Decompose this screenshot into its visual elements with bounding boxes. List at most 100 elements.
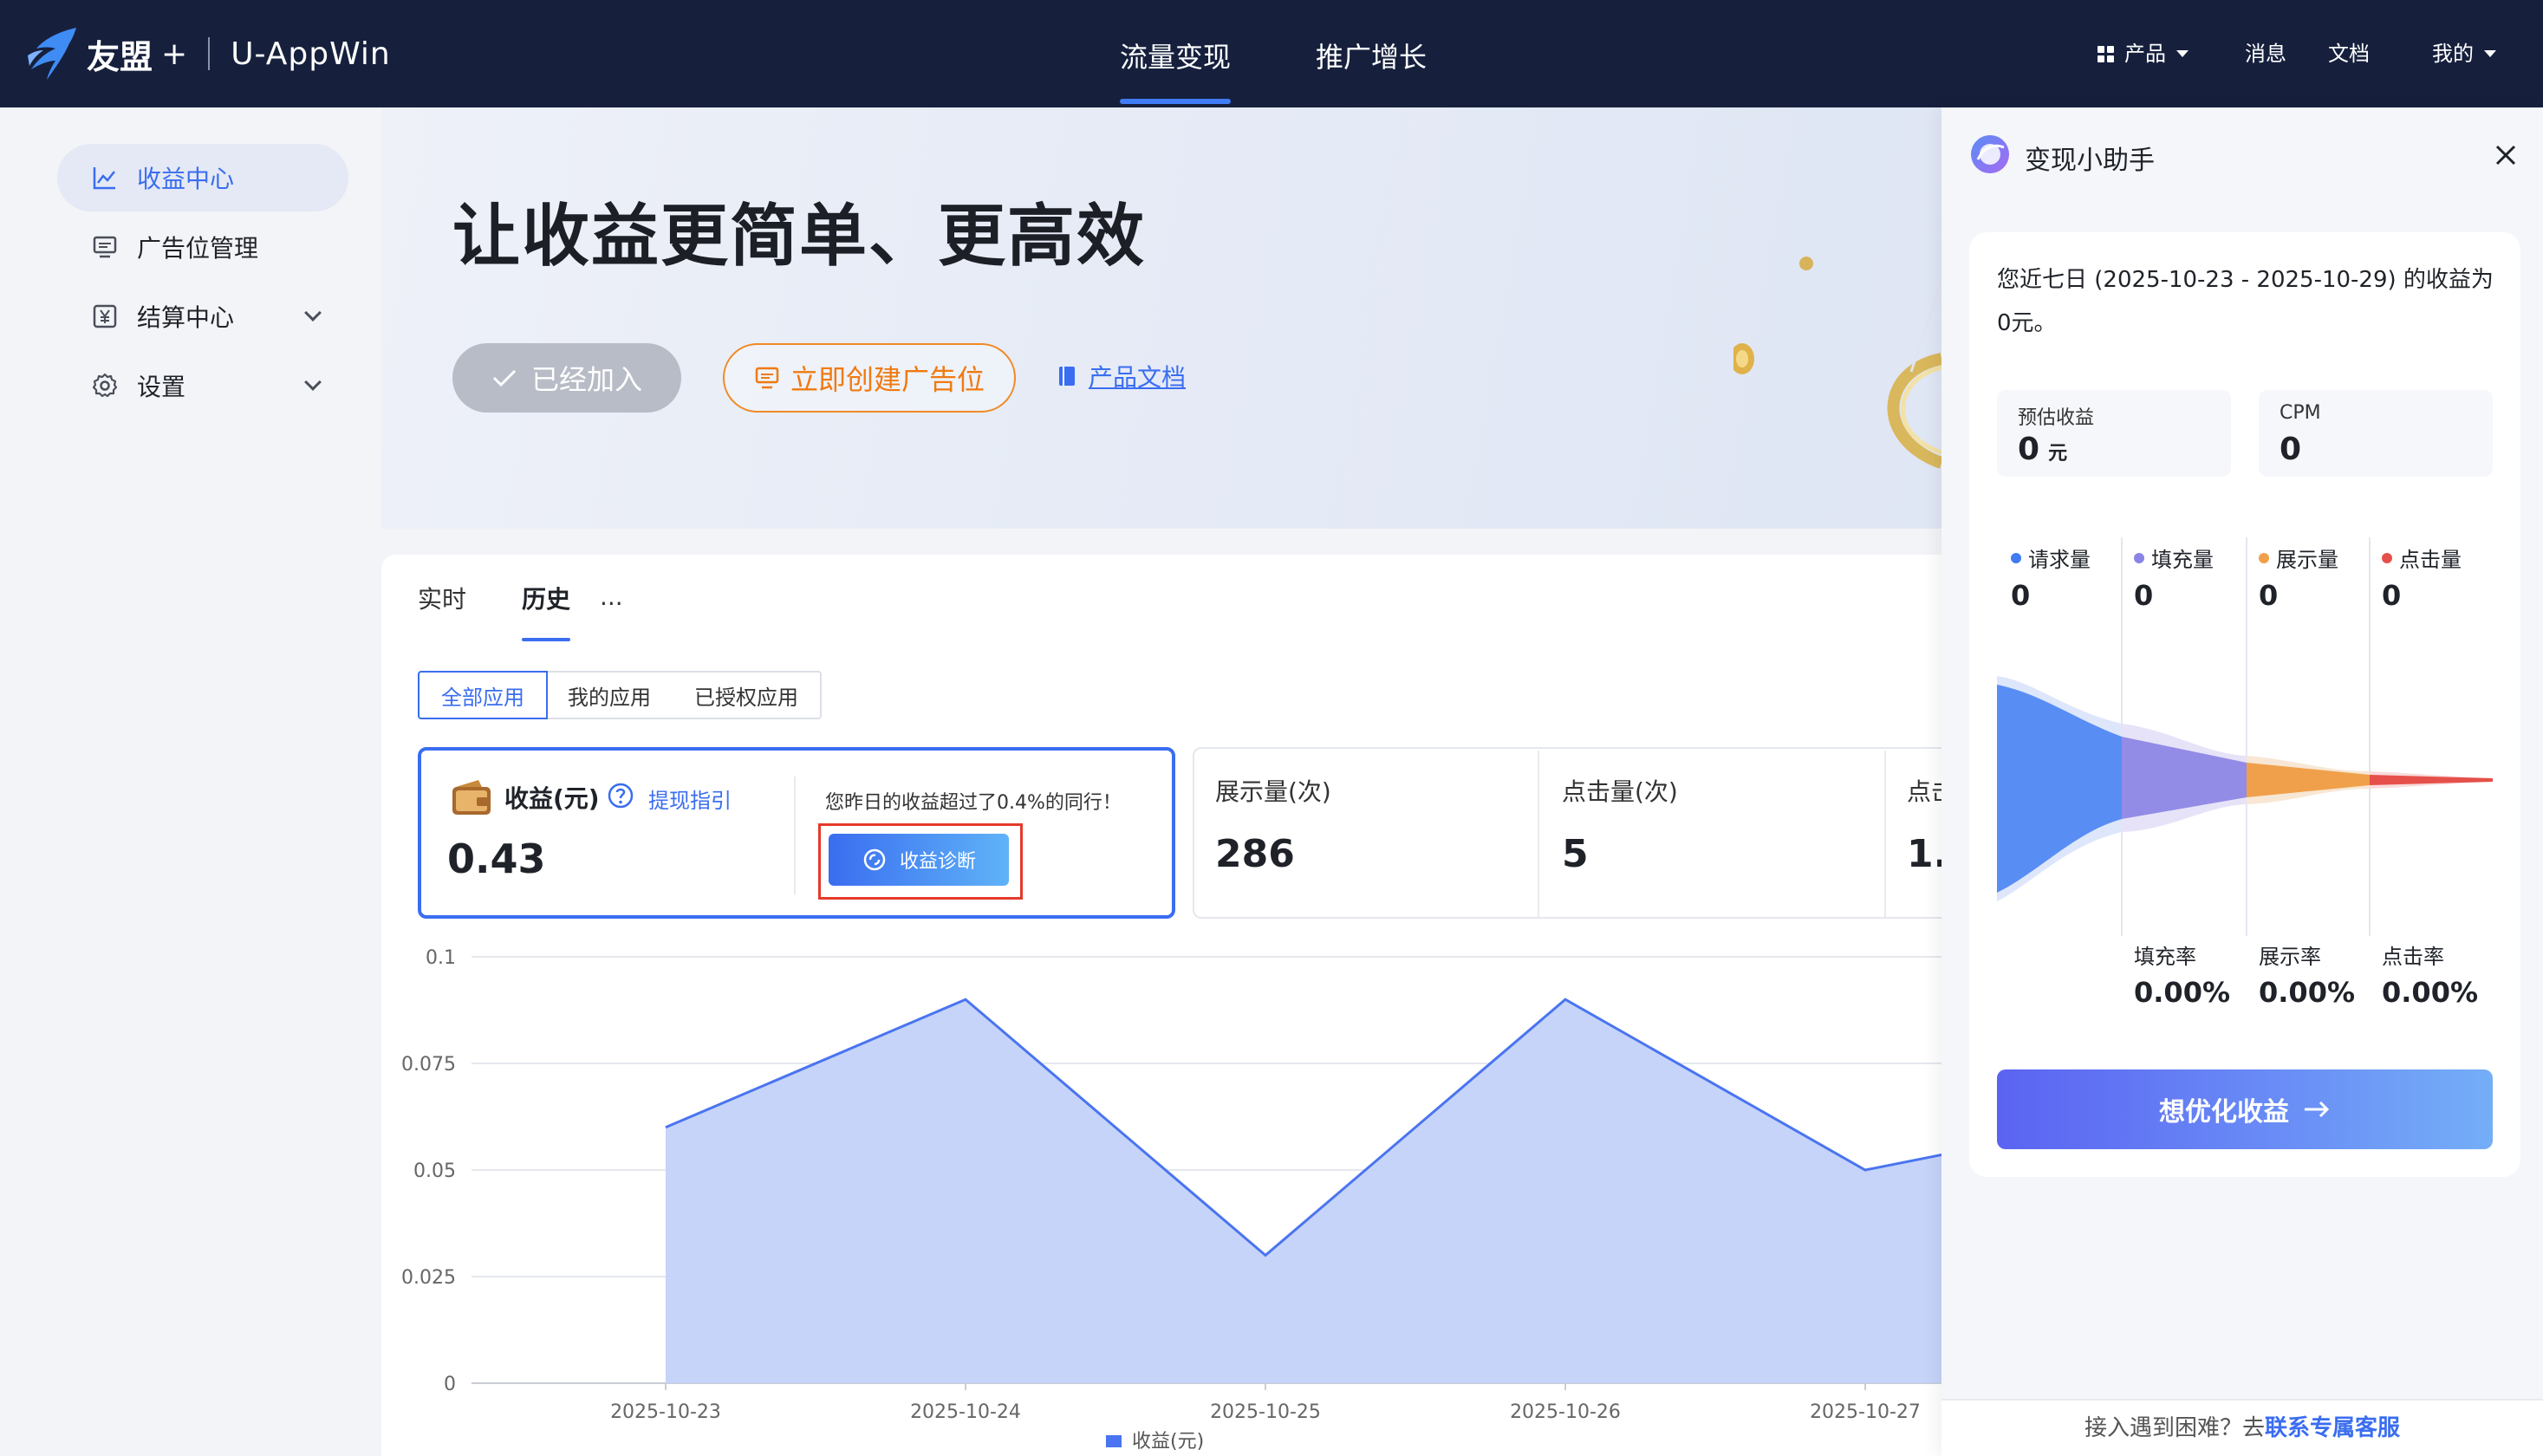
segment-all-apps[interactable]: 全部应用: [418, 671, 548, 719]
chevron-down-icon: [2176, 50, 2189, 57]
support-footer: 接入遇到困难？去联系专属客服: [1941, 1399, 2543, 1456]
bird-logo-icon: [28, 28, 76, 80]
y-tick-label: 0.075: [401, 1054, 456, 1076]
x-tick-label: 2025-10-24: [910, 1401, 1021, 1423]
withdraw-guide-link[interactable]: 提现指引: [648, 783, 732, 814]
brand-divider: [208, 37, 211, 70]
diagnose-icon: [863, 848, 886, 871]
kpi-label: CPM: [2280, 402, 2321, 424]
sidebar-item-settings[interactable]: 设置: [57, 352, 348, 419]
hero-title: 让收益更简单、更高效: [452, 198, 1147, 276]
nav-tab-promotion-growth[interactable]: 推广增长: [1316, 0, 1427, 107]
monitor-icon: [755, 367, 779, 389]
segment-authorized-apps[interactable]: 已授权应用: [673, 671, 822, 719]
chart-line-icon: [93, 167, 115, 190]
kpi-value: 0元: [2018, 432, 2068, 467]
yuan-icon: [93, 304, 117, 328]
y-tick-label: 0.025: [401, 1267, 456, 1289]
support-prompt: 接入遇到困难？去: [2084, 1415, 2265, 1441]
sidebar-item-ad-slot-management[interactable]: 广告位管理: [57, 213, 348, 281]
fill-rate-value: 0.00%: [2134, 976, 2231, 1009]
metric-divider: [1884, 751, 1886, 919]
revenue-card: 收益(元) 提现指引 0.43 您昨日的收益超过了0.4%的同行！ 收益诊断: [418, 747, 1175, 919]
monitor-icon: [93, 236, 117, 258]
nav-mine-menu[interactable]: 我的: [2432, 0, 2496, 107]
kpi-cpm: CPM 0: [2259, 390, 2493, 477]
brand-logo[interactable]: 友盟 + U-AppWin: [26, 24, 391, 83]
help-circle-icon[interactable]: [607, 782, 634, 809]
hero-decoration-coins-illustration: [1733, 257, 1941, 469]
revenue-area-chart: 0.1 0.075 0.05 0.025 0 2025-10-23 2025-10-24 20…: [401, 947, 1941, 1453]
chevron-down-icon: [304, 374, 322, 391]
nav-mine-label: 我的: [2432, 42, 2474, 66]
sidebar: 收益中心 广告位管理 结算中心 设置: [0, 107, 381, 1456]
impressions-label: 展示量(次): [1215, 777, 1331, 806]
tab-active-indicator: [522, 638, 570, 641]
x-tick-label: 2025-10-25: [1210, 1401, 1321, 1423]
nav-product-menu[interactable]: 产品: [2097, 0, 2189, 107]
brand-plus: +: [161, 36, 188, 72]
top-navbar: 友盟 + U-AppWin 流量变现 推广增长 产品 消息 文档 我的: [0, 0, 2543, 107]
brand-name: 友盟: [87, 37, 153, 76]
show-rate-label: 展示率: [2259, 945, 2321, 969]
show-rate-value: 0.00%: [2259, 976, 2356, 1009]
y-tick-label: 0.05: [413, 1160, 456, 1182]
revenue-card-divider: [794, 777, 796, 894]
sidebar-item-label: 收益中心: [137, 165, 235, 193]
area-fill-series-revenue: [666, 999, 1941, 1383]
close-icon[interactable]: [2491, 140, 2520, 170]
grid-apps-icon: [2097, 45, 2114, 62]
check-icon: [492, 369, 517, 387]
sidebar-item-label: 设置: [137, 373, 186, 401]
clicks-label: 点击量(次): [1562, 777, 1678, 806]
nav-product-label: 产品: [2124, 42, 2166, 66]
arrow-right-icon: [2305, 1101, 2330, 1118]
x-tick-label: 2025-10-27: [1810, 1401, 1921, 1423]
chevron-down-icon: [2484, 50, 2496, 57]
create-ad-slot-label: 立即创建广告位: [790, 363, 985, 396]
nav-docs[interactable]: 文档: [2328, 0, 2370, 107]
nav-tab-traffic-monetization[interactable]: 流量变现: [1120, 0, 1232, 107]
sidebar-item-revenue-center[interactable]: 收益中心: [57, 144, 348, 211]
diagnose-label: 收益诊断: [899, 851, 976, 873]
impressions-value: 286: [1215, 832, 1295, 876]
product-docs-link[interactable]: 产品文档: [1057, 359, 1186, 393]
kpi-estimated-revenue: 预估收益 0元: [1997, 390, 2231, 477]
revenue-diagnose-button[interactable]: 收益诊断: [829, 834, 1009, 886]
clicks-value: 5: [1562, 832, 1589, 876]
metrics-card: 展示量(次) 286 点击量(次) 5 点击 1.: [1193, 747, 1973, 919]
x-tick-label: 2025-10-26: [1510, 1401, 1621, 1423]
legend-swatch: [1106, 1435, 1122, 1447]
tab-history[interactable]: 历史: [522, 581, 570, 615]
contact-support-link[interactable]: 联系专属客服: [2265, 1415, 2400, 1441]
sidebar-item-settlement-center[interactable]: 结算中心: [57, 283, 348, 350]
optimize-revenue-button[interactable]: 想优化收益: [1997, 1069, 2493, 1149]
hero-banner: 让收益更简单、更高效 已经加入 立即创建广告位 产品文档: [381, 107, 1941, 529]
segment-my-apps[interactable]: 我的应用: [546, 671, 674, 719]
metric-divider: [1538, 751, 1539, 919]
legend-label: 收益(元): [1132, 1431, 1204, 1453]
gear-icon: [92, 373, 118, 398]
kpi-value: 0: [2280, 432, 2302, 467]
app-name: U-AppWin: [231, 36, 391, 72]
conversion-funnel-graphic: [1997, 537, 2493, 936]
kpi-label: 预估收益: [2018, 407, 2095, 429]
revenue-title: 收益(元): [504, 784, 600, 813]
nav-messages[interactable]: 消息: [2245, 0, 2286, 107]
x-tick-label: 2025-10-23: [610, 1401, 721, 1423]
optimize-revenue-label: 想优化收益: [2159, 1097, 2289, 1128]
sidebar-item-label: 广告位管理: [137, 234, 259, 263]
create-ad-slot-button[interactable]: 立即创建广告位: [723, 343, 1016, 413]
joined-button[interactable]: 已经加入: [452, 343, 681, 413]
tab-realtime[interactable]: 实时: [418, 581, 466, 615]
fill-rate-label: 填充率: [2134, 945, 2196, 969]
y-tick-label: 0.1: [426, 947, 456, 969]
sidebar-item-label: 结算中心: [137, 303, 235, 332]
y-tick-label: 0: [444, 1374, 456, 1395]
click-rate-value: 0.00%: [2382, 976, 2479, 1009]
revenue-value: 0.43: [447, 835, 546, 882]
joined-label: 已经加入: [530, 363, 642, 396]
assistant-avatar-icon: [1971, 135, 2009, 173]
tab-more[interactable]: ...: [600, 582, 623, 611]
book-icon: [1059, 367, 1075, 386]
